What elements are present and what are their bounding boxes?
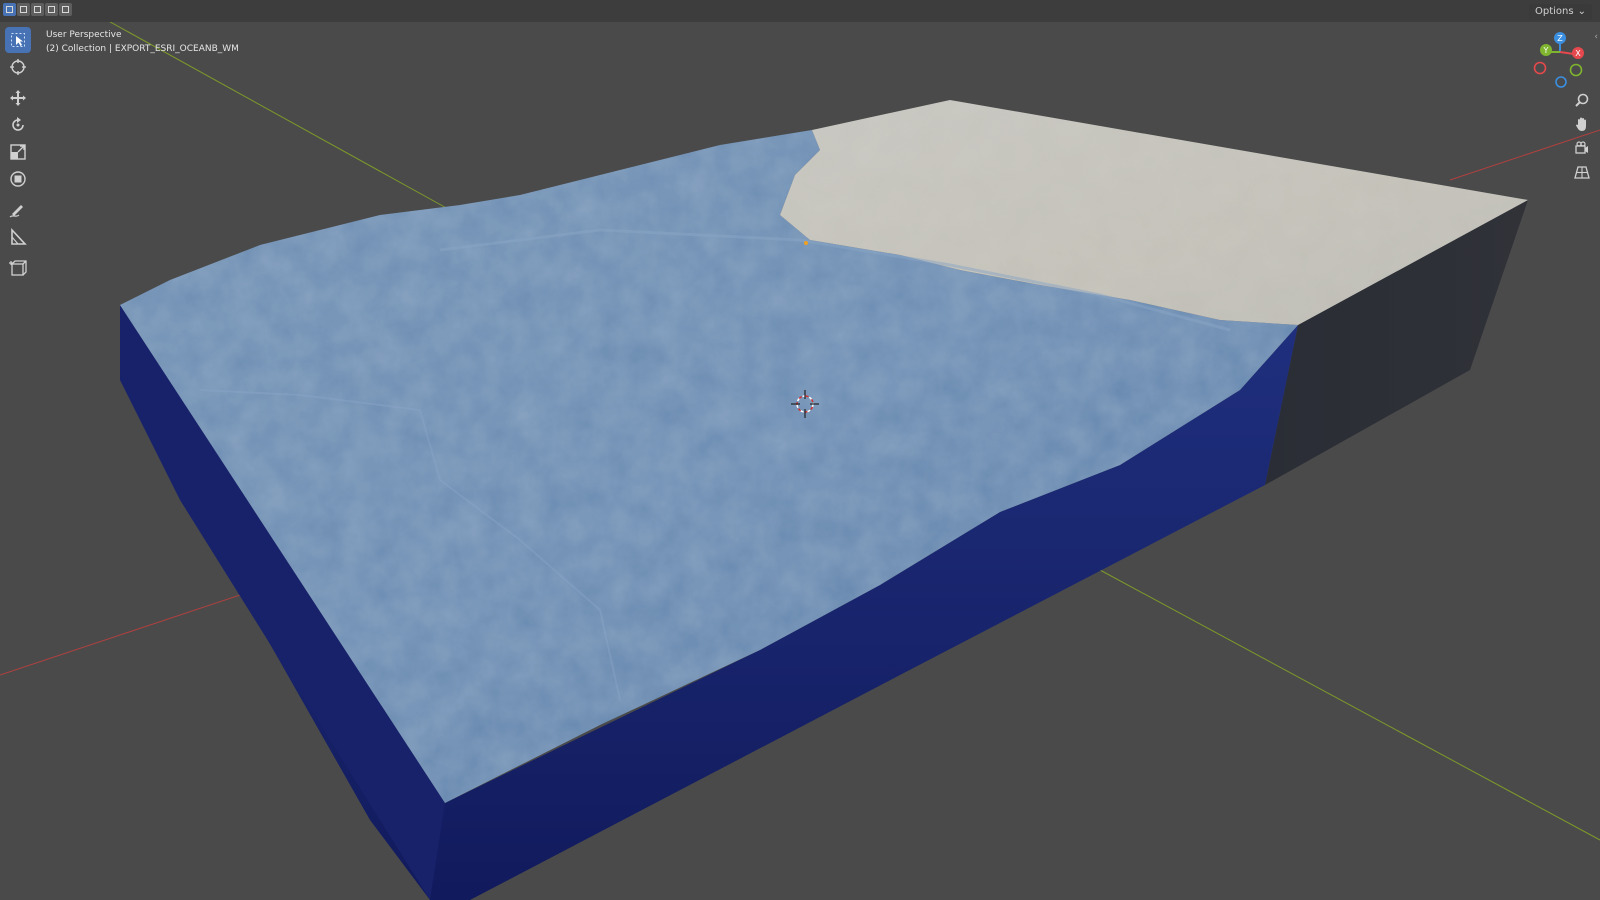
cursor-tool[interactable]: [5, 54, 31, 80]
navigation-buttons: [1572, 90, 1592, 182]
cube-add-icon: [9, 260, 27, 276]
add-cube-tool[interactable]: [5, 255, 31, 281]
subtract-selection-mode-icon[interactable]: [31, 3, 44, 16]
set-selection-mode-icon[interactable]: [3, 3, 16, 16]
svg-text:Y: Y: [1543, 46, 1549, 55]
pencil-icon: [9, 205, 23, 218]
viewport-header: Options ⌄: [0, 0, 1600, 22]
perspective-toggle-button[interactable]: [1572, 162, 1592, 182]
transform-tool[interactable]: [5, 166, 31, 192]
options-dropdown[interactable]: Options ⌄: [1529, 4, 1592, 20]
transform-icon: [10, 171, 26, 187]
invert-selection-mode-icon[interactable]: [45, 3, 58, 16]
view-name: User Perspective: [46, 30, 122, 40]
extend-selection-mode-icon[interactable]: [17, 3, 30, 16]
chevron-down-icon: ⌄: [1577, 6, 1586, 17]
grid-icon: [1574, 166, 1590, 179]
options-label: Options: [1535, 6, 1574, 17]
intersect-selection-mode-icon[interactable]: [59, 3, 72, 16]
zoom-button[interactable]: [1572, 90, 1592, 110]
measure-tool[interactable]: [5, 224, 31, 250]
3d-viewport[interactable]: [0, 0, 1600, 900]
rotate-tool[interactable]: [5, 112, 31, 138]
sidebar-collapse-icon[interactable]: ‹: [1594, 32, 1598, 42]
ruler-icon: [11, 228, 27, 245]
cursor-arrow-icon: [11, 33, 25, 47]
object-origin: [804, 241, 808, 245]
selection-mode-group: [3, 3, 72, 16]
pan-button[interactable]: [1572, 114, 1592, 134]
axis-neg-z-icon[interactable]: [1555, 76, 1567, 88]
annotate-tool[interactable]: [5, 197, 31, 223]
crosshair-icon: [10, 59, 26, 75]
rotate-icon: [12, 117, 24, 131]
camera-view-button[interactable]: [1572, 138, 1592, 158]
move-arrows-icon: [10, 90, 26, 106]
svg-text:Z: Z: [1557, 34, 1563, 43]
camera-icon: [1575, 141, 1588, 154]
collection-info: (2) Collection | EXPORT_ESRI_OCEANB_WM: [46, 44, 239, 54]
viewport-info: User Perspective (2) Collection | EXPORT…: [46, 28, 239, 56]
axis-neg-x-icon[interactable]: [1533, 61, 1547, 75]
magnifier-icon: [1575, 93, 1589, 107]
move-tool[interactable]: [5, 85, 31, 111]
x-axis-line: [0, 584, 271, 676]
select-box-tool[interactable]: [5, 27, 31, 53]
y-axis-line-near: [1099, 569, 1600, 841]
navigation-gizmo[interactable]: Z X Y: [1532, 30, 1594, 92]
tool-shelf: [4, 27, 32, 282]
scale-icon: [10, 144, 26, 160]
hand-icon: [1576, 117, 1586, 131]
svg-text:X: X: [1575, 49, 1581, 58]
scale-tool[interactable]: [5, 139, 31, 165]
axis-neg-y-icon[interactable]: [1569, 63, 1583, 77]
